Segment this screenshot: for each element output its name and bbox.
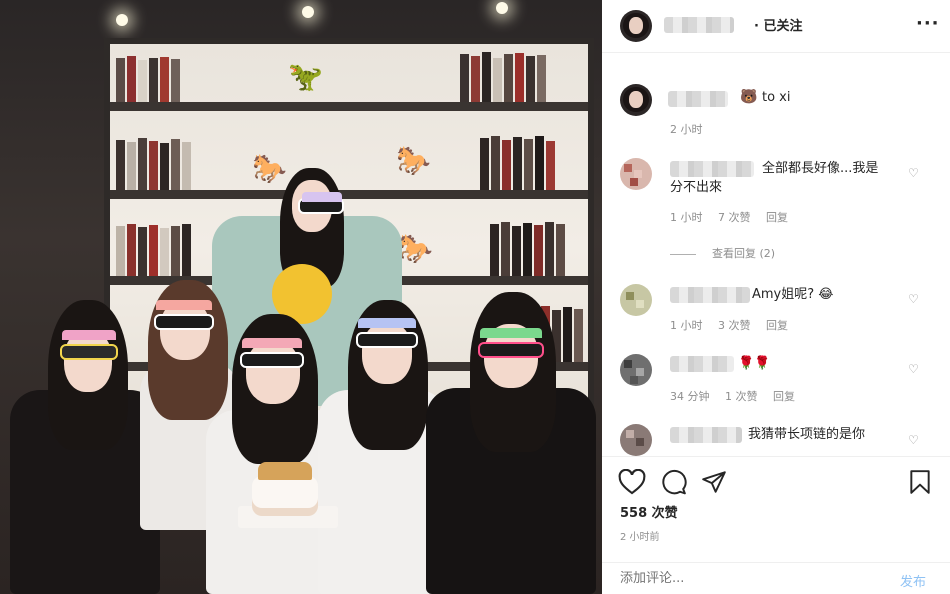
follow-status[interactable]: · 已关注 <box>754 15 802 34</box>
comment-text-continued: 分不出來 <box>670 180 723 195</box>
comment-time: 1 小时 <box>670 319 703 332</box>
ceiling-light <box>116 14 128 26</box>
comment-bar: 发布 <box>602 562 950 594</box>
gold-horse-figurine: 🐎 <box>398 232 433 265</box>
comment-like-heart-icon[interactable]: ♡ <box>908 292 919 306</box>
caption-author-avatar[interactable] <box>620 84 652 116</box>
comment-username[interactable] <box>670 356 734 372</box>
comment-avatar[interactable] <box>620 284 652 316</box>
ceiling-light <box>496 2 508 14</box>
birthday-cake <box>238 462 338 534</box>
comment-avatar[interactable] <box>620 158 652 190</box>
post-photo[interactable]: 🦖 🐎 🐎 🐎 <box>0 0 602 594</box>
comment-username[interactable] <box>670 427 742 443</box>
paper-plane-icon[interactable] <box>700 469 728 499</box>
comment-meta: 34 分钟 1 次赞 回复 <box>670 388 807 404</box>
comment-avatar[interactable] <box>620 424 652 456</box>
comment-reply-button[interactable]: 回复 <box>766 211 788 224</box>
post-comment-button[interactable]: 发布 <box>900 571 926 590</box>
comment-reply-button[interactable]: 回复 <box>766 319 788 332</box>
comment-text: 我猜带长项链的是你 <box>748 427 866 442</box>
comment-text: 全部都長好像...我是 <box>762 161 879 176</box>
comment-reply-button[interactable]: 回复 <box>773 390 795 403</box>
view-replies[interactable]: 查看回复 (2) <box>670 245 775 261</box>
caption-time: 2 小时 <box>670 123 703 136</box>
more-options-icon[interactable]: ··· <box>916 13 940 34</box>
comment-text: 🌹🌹 <box>738 356 771 371</box>
caption-text: to xi <box>762 90 791 105</box>
post-side-panel: · 已关注 ··· 🐻 to xi 2 小时 全部都長好像...我是 分不出來 … <box>602 0 950 594</box>
ceiling-light <box>302 6 314 18</box>
author-username[interactable] <box>664 17 734 33</box>
post-time: 2 小时前 <box>620 532 660 543</box>
person-far-right <box>426 292 596 594</box>
comment-likes[interactable]: 1 次赞 <box>725 390 758 403</box>
comment-like-heart-icon[interactable]: ♡ <box>908 166 919 180</box>
bookmark-icon[interactable] <box>908 469 932 499</box>
comment-likes[interactable]: 7 次赞 <box>718 211 751 224</box>
likes-count[interactable]: 558 次赞 <box>620 502 678 521</box>
author-avatar[interactable] <box>620 10 652 42</box>
caption-username[interactable] <box>668 91 728 107</box>
add-comment-input[interactable] <box>620 571 880 586</box>
heart-icon[interactable] <box>618 468 646 499</box>
bear-emoji-icon: 🐻 <box>740 89 758 105</box>
comment-meta: 1 小时 3 次赞 回复 <box>670 317 800 333</box>
comment-like-heart-icon[interactable]: ♡ <box>908 362 919 376</box>
dinosaur-figurine: 🦖 <box>288 60 323 93</box>
post-header: · 已关注 ··· <box>602 0 950 53</box>
comment-likes[interactable]: 3 次赞 <box>718 319 751 332</box>
comment-like-heart-icon[interactable]: ♡ <box>908 433 919 447</box>
comment-username[interactable] <box>670 161 754 177</box>
comment-icon[interactable] <box>660 469 688 499</box>
comment-username[interactable] <box>670 287 750 303</box>
comment-avatar[interactable] <box>620 354 652 386</box>
comment-time: 34 分钟 <box>670 390 710 403</box>
post-action-bar <box>602 456 950 504</box>
comment-time: 1 小时 <box>670 211 703 224</box>
comment-text: Amy姐呢? 😂 <box>752 287 834 302</box>
comment-meta: 1 小时 7 次赞 回复 <box>670 209 800 225</box>
